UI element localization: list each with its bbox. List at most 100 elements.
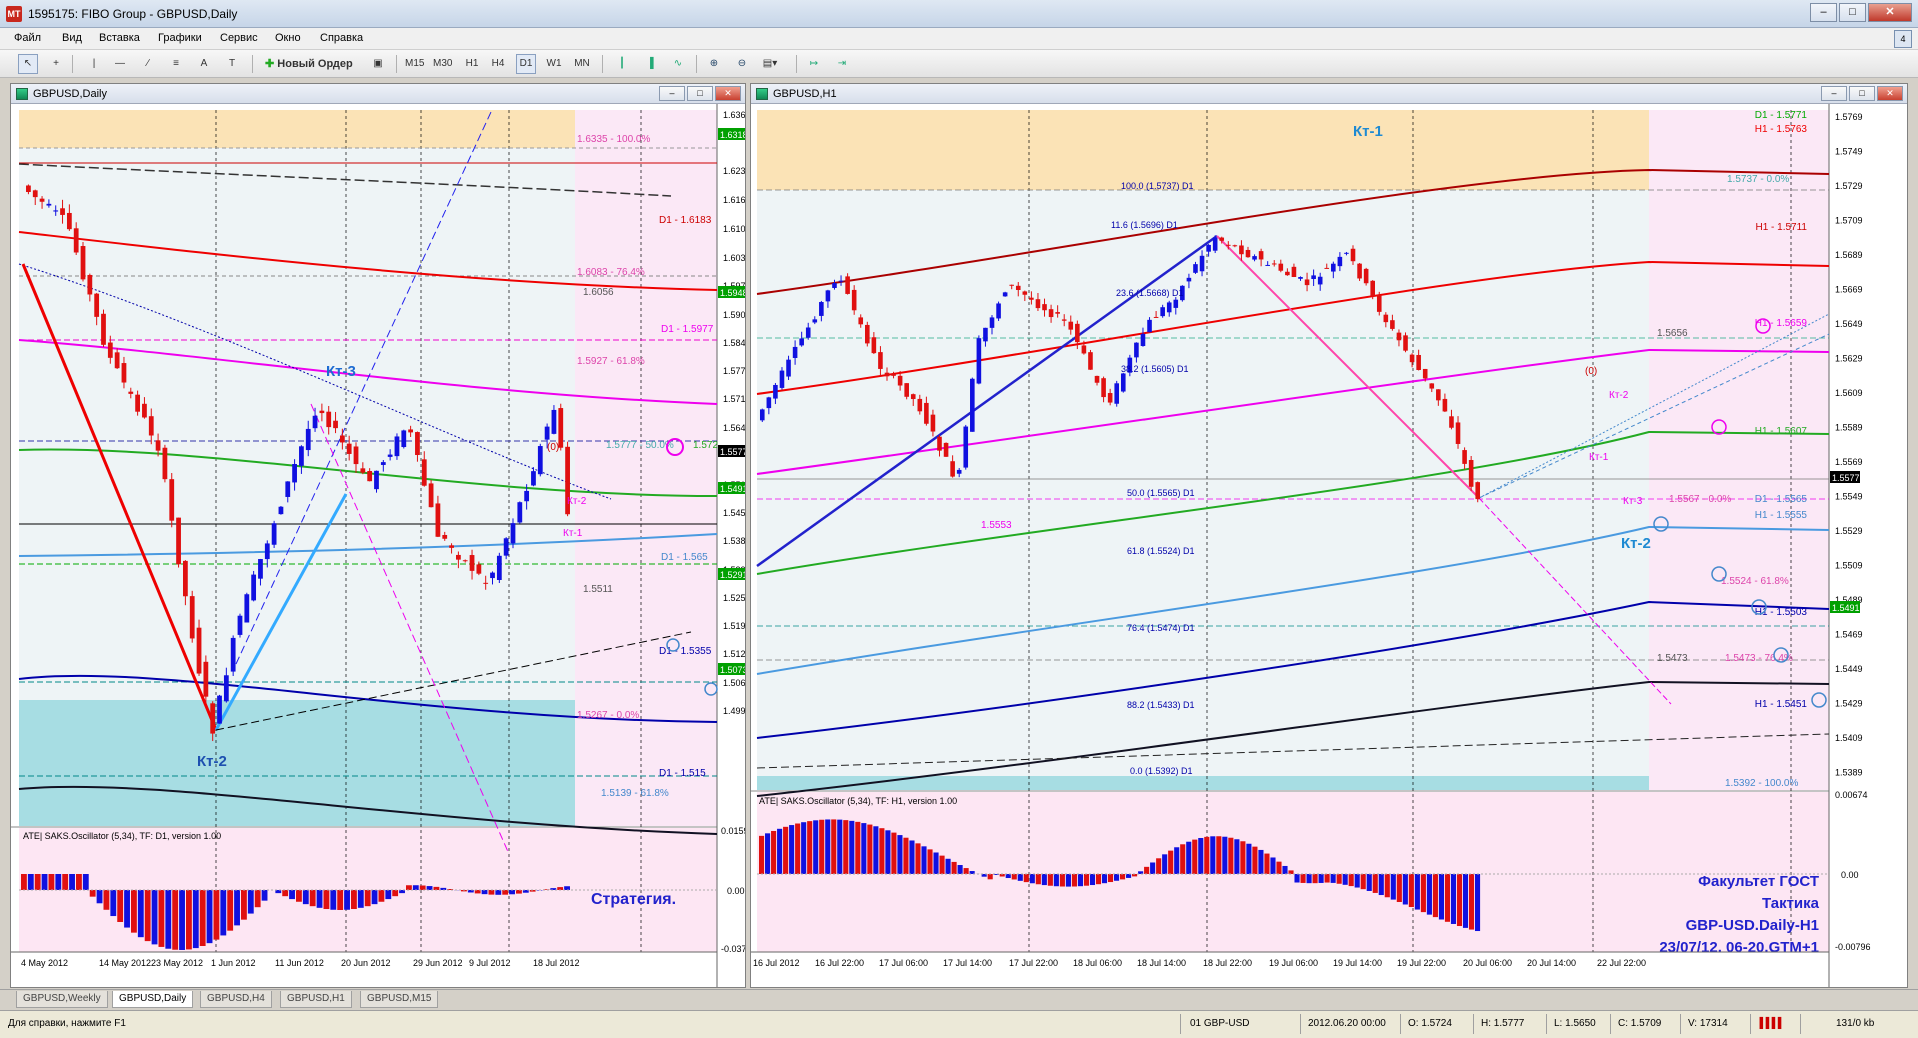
- osc-bar: [124, 890, 130, 928]
- osc-bar: [76, 874, 82, 890]
- candle-body: [292, 464, 297, 483]
- menu-charts[interactable]: Графики: [158, 32, 202, 44]
- osc-bar: [1083, 874, 1090, 886]
- wave-label: (0): [547, 442, 559, 453]
- candle-body: [884, 372, 890, 377]
- osc-bar: [1011, 874, 1017, 880]
- daily-chart-canvas[interactable]: 1.6335 - 100.0% 1.6083 - 76.4% 1.5927 - …: [11, 104, 745, 987]
- bar-chart-icon[interactable]: ┃: [612, 54, 632, 74]
- crosshair-icon[interactable]: +: [46, 54, 66, 74]
- toolbar: ↖ + | — ∕ ≡ A T ✚ Новый Ордер ▣ M15 M30 …: [0, 50, 1918, 78]
- price-tick: 1.5712: [723, 394, 745, 404]
- level-label: H1 - 1.5711: [1755, 222, 1807, 233]
- osc-bar: [213, 890, 220, 940]
- vertical-line-icon[interactable]: |: [84, 54, 104, 74]
- osc-bar: [1210, 836, 1216, 874]
- menu-help[interactable]: Справка: [320, 32, 363, 44]
- zoom-in-icon[interactable]: ⊕: [704, 54, 724, 74]
- date-tick: 23 May 2012: [151, 958, 203, 968]
- osc-bar: [1041, 874, 1047, 886]
- candle-body: [1042, 304, 1047, 311]
- maximize-button[interactable]: □: [1839, 3, 1866, 22]
- level-label: 1.5656: [1657, 328, 1688, 339]
- zoom-out-icon[interactable]: ⊖: [732, 54, 752, 74]
- candle-body: [1258, 251, 1264, 260]
- tf-m15-button[interactable]: M15: [404, 54, 425, 74]
- osc-bar: [289, 890, 295, 900]
- tf-h1-button[interactable]: H1: [462, 54, 482, 74]
- daily-minimize-button[interactable]: –: [659, 86, 685, 101]
- candle-body: [128, 391, 134, 394]
- autoscroll-icon[interactable]: ↦: [804, 54, 824, 74]
- candle-body: [1035, 299, 1041, 309]
- menu-insert[interactable]: Вставка: [99, 32, 140, 44]
- candle-body: [333, 420, 338, 429]
- tab-gbpusd-daily[interactable]: GBPUSD,Daily: [112, 991, 194, 1008]
- tab-gbpusd-h1[interactable]: GBPUSD,H1: [280, 991, 352, 1008]
- osc-bar: [316, 890, 323, 908]
- mdi-restore-icon[interactable]: 4: [1894, 30, 1912, 48]
- date-tick: 22 Jul 22:00: [1597, 958, 1646, 968]
- tab-gbpusd-h4[interactable]: GBPUSD,H4: [200, 991, 272, 1008]
- tab-gbpusd-m15[interactable]: GBPUSD,M15: [360, 991, 439, 1008]
- h1-minimize-button[interactable]: –: [1821, 86, 1847, 101]
- candles-icon[interactable]: ▐: [640, 54, 660, 74]
- menu-window[interactable]: Окно: [275, 32, 301, 44]
- osc-bar: [1113, 874, 1120, 881]
- price-tick: 1.4997: [723, 706, 745, 716]
- menu-file[interactable]: Файл: [14, 32, 41, 44]
- wave-label: Кт-2: [1621, 535, 1651, 552]
- line-chart-icon[interactable]: ∿: [668, 54, 688, 74]
- candle-body: [483, 582, 489, 584]
- chart-shift-icon[interactable]: ⇥: [832, 54, 852, 74]
- new-order-icon: ✚: [265, 58, 278, 70]
- tf-h4-button[interactable]: H4: [488, 54, 508, 74]
- candle-body: [387, 454, 393, 457]
- templates-icon[interactable]: ▤▾: [760, 54, 780, 74]
- candle-body: [1206, 244, 1211, 252]
- channel-icon[interactable]: ≡: [166, 54, 186, 74]
- h1-maximize-button[interactable]: □: [1849, 86, 1875, 101]
- osc-bar: [1330, 874, 1336, 883]
- osc-bar: [1017, 874, 1023, 881]
- osc-bar: [945, 858, 951, 874]
- osc-bar: [151, 890, 158, 945]
- price-tick: 1.5409: [1835, 733, 1863, 743]
- chart-icon: [16, 88, 28, 100]
- cursor-icon[interactable]: ↖: [18, 54, 38, 74]
- candle-body: [428, 483, 434, 508]
- h1-close-button[interactable]: ✕: [1877, 86, 1903, 101]
- tf-m30-button[interactable]: M30: [432, 54, 453, 74]
- tf-w1-button[interactable]: W1: [544, 54, 564, 74]
- h1-chart-canvas[interactable]: 100.0 (1.5737) D1 11.6 (1.5696) D1 23.6 …: [751, 104, 1907, 987]
- osc-bar: [951, 861, 957, 874]
- candle-body: [1376, 295, 1382, 312]
- navigator-icon[interactable]: ▣: [368, 54, 388, 74]
- tf-d1-button[interactable]: D1: [516, 54, 536, 74]
- daily-close-button[interactable]: ✕: [715, 86, 741, 101]
- caption-line: GBP-USD.Daily-H1: [1686, 917, 1819, 934]
- candle-body: [408, 429, 414, 433]
- price-tick: 1.5609: [1835, 388, 1863, 398]
- close-button[interactable]: ✕: [1868, 3, 1912, 22]
- candle-body: [346, 443, 352, 454]
- osc-bar: [89, 890, 96, 897]
- level-label: 1.5737 - 0.0%: [1727, 174, 1789, 185]
- label-icon[interactable]: T: [222, 54, 242, 74]
- new-order-button[interactable]: ✚ Новый Ордер: [260, 54, 358, 74]
- tf-mn-button[interactable]: MN: [572, 54, 592, 74]
- osc-bar: [1384, 874, 1390, 898]
- osc-bar: [921, 846, 927, 874]
- daily-maximize-button[interactable]: □: [687, 86, 713, 101]
- candle-body: [169, 479, 175, 521]
- menu-tools[interactable]: Сервис: [220, 32, 258, 44]
- menu-view[interactable]: Вид: [62, 32, 82, 44]
- candle-body: [1442, 398, 1448, 412]
- trendline-icon[interactable]: ∕: [138, 54, 158, 74]
- horizontal-line-icon[interactable]: —: [110, 54, 130, 74]
- minimize-button[interactable]: –: [1810, 3, 1837, 22]
- fib-label: 50.0 (1.5565) D1: [1127, 488, 1195, 498]
- candle-body: [264, 543, 270, 560]
- text-icon[interactable]: A: [194, 54, 214, 74]
- tab-gbpusd-weekly[interactable]: GBPUSD,Weekly: [16, 991, 108, 1008]
